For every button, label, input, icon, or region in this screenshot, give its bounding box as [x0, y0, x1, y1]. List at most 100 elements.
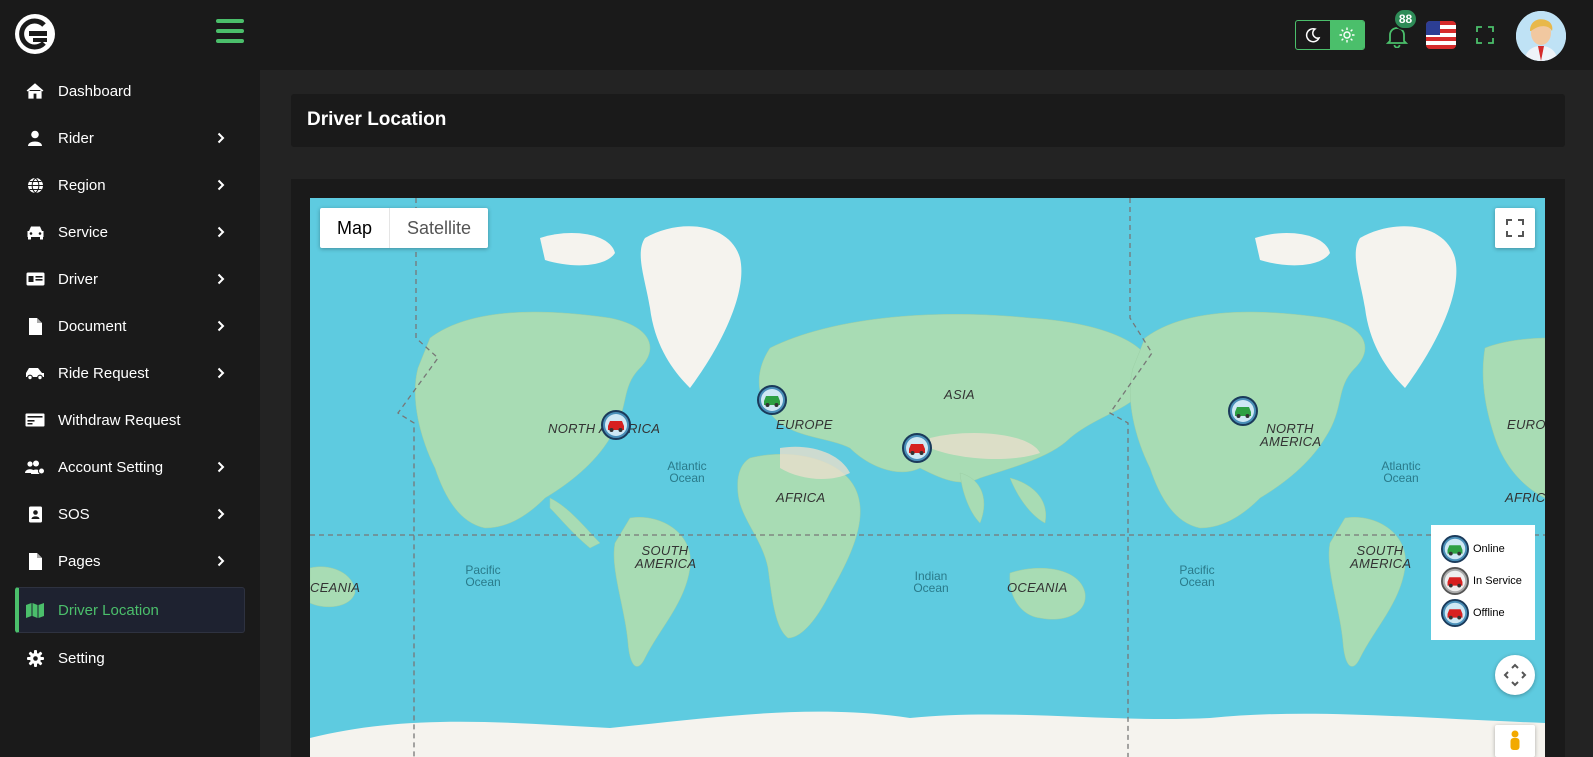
fullscreen-icon[interactable] — [1476, 26, 1494, 44]
sidebar-item-document[interactable]: Document — [15, 303, 245, 349]
sidebar-item-label: Driver Location — [58, 601, 159, 619]
main-content: Driver Location NORTH EUROPE ASIA AFRICA… — [260, 70, 1593, 757]
sidebar-item-label: Ride Request — [58, 364, 149, 382]
map-label-atlantic-ocean: Atlantic Ocean — [667, 459, 707, 485]
globe-icon — [25, 176, 45, 194]
sidebar-item-ride-request[interactable]: Ride Request — [15, 350, 245, 396]
sidebar-item-rider[interactable]: Rider — [15, 115, 245, 161]
map-label-africa-partial: AFRIC — [1505, 490, 1545, 505]
sidebar-item-withdraw-request[interactable]: Withdraw Request — [15, 397, 245, 443]
driver-map[interactable]: NORTH AMERICA EUROPE ASIA AFRICA SOUTH A… — [310, 198, 1545, 757]
home-icon — [25, 82, 45, 100]
sidebar-item-label: Dashboard — [58, 82, 132, 100]
avatar[interactable] — [1516, 11, 1566, 61]
chevron-right-icon — [217, 366, 225, 383]
sidebar-item-account-setting[interactable]: Account Setting — [15, 444, 245, 490]
map-label-indian-ocean: Indian Ocean — [913, 569, 949, 595]
in-service-car-icon — [1441, 567, 1469, 595]
map-label-pacific-ocean-2: Pacific Ocean — [1179, 563, 1215, 589]
file-icon — [25, 552, 45, 570]
sidebar-item-driver[interactable]: Driver — [15, 256, 245, 302]
sidebar-item-label: Region — [58, 176, 106, 194]
address-book-icon — [25, 505, 45, 523]
sidebar-item-label: Rider — [58, 129, 94, 147]
theme-toggle[interactable] — [1295, 20, 1365, 50]
map-label-south-america: SOUTH AMERICA — [635, 543, 697, 571]
fullscreen-icon — [1506, 219, 1524, 237]
map-label-oceania: OCEANIA — [1007, 580, 1068, 595]
map-label-pacific-ocean: Pacific Ocean — [465, 563, 501, 589]
map-label-europe: EUROPE — [776, 417, 833, 432]
file-icon — [25, 317, 45, 335]
chevron-right-icon — [217, 272, 225, 289]
chevron-right-icon — [217, 225, 225, 242]
sidebar-item-label: Service — [58, 223, 109, 241]
notification-badge: 88 — [1393, 8, 1418, 30]
chevron-right-icon — [217, 460, 225, 477]
pan-arrows-icon — [1503, 663, 1527, 687]
chevron-right-icon — [217, 131, 225, 148]
sidebar-item-label: Document — [58, 317, 127, 335]
page-header: Driver Location — [291, 94, 1565, 147]
map-land — [310, 198, 1545, 757]
sidebar-item-driver-location[interactable]: Driver Location — [15, 587, 245, 633]
sidebar-item-label: SOS — [58, 505, 90, 523]
sidebar-item-pages[interactable]: Pages — [15, 538, 245, 584]
sidebar-item-dashboard[interactable]: Dashboard — [15, 68, 245, 114]
sidebar-item-region[interactable]: Region — [15, 162, 245, 208]
street-view-pegman[interactable] — [1495, 725, 1535, 757]
online-car-icon — [1441, 535, 1469, 563]
map-label-atlantic-ocean-2: Atlantic Ocean — [1381, 459, 1421, 485]
legend-in-service: In Service — [1441, 565, 1535, 597]
gear-icon — [25, 649, 45, 667]
sidebar-item-sos[interactable]: SOS — [15, 491, 245, 537]
driver-marker-offline[interactable] — [902, 433, 932, 463]
map-fullscreen-button[interactable] — [1495, 208, 1535, 248]
map-label-asia: ASIA — [944, 387, 975, 402]
sidebar-item-label: Setting — [58, 649, 105, 667]
sidebar-item-service[interactable]: Service — [15, 209, 245, 255]
map-card: NORTH AMERICA EUROPE ASIA AFRICA SOUTH A… — [291, 179, 1565, 757]
legend-label: In Service — [1473, 575, 1522, 587]
sidebar-item-label: Account Setting — [58, 458, 164, 476]
legend-offline: Offline — [1441, 597, 1535, 629]
car-icon — [25, 223, 45, 241]
top-bar: 88 — [0, 0, 1593, 70]
map-icon — [25, 601, 45, 619]
map-type-satellite-button[interactable]: Satellite — [390, 208, 488, 248]
sidebar-item-label: Pages — [58, 552, 101, 570]
chevron-right-icon — [217, 554, 225, 571]
id-card-icon — [25, 270, 45, 288]
legend-label: Offline — [1473, 607, 1505, 619]
chevron-right-icon — [217, 507, 225, 524]
map-label-north-america-2: NORTH AMERICA — [1260, 421, 1322, 449]
car-side-icon — [25, 364, 45, 382]
map-type-map-button[interactable]: Map — [320, 208, 391, 248]
moon-icon[interactable] — [1296, 21, 1330, 49]
sidebar-item-setting[interactable]: Setting — [15, 635, 245, 681]
logo-icon[interactable] — [15, 14, 55, 54]
sidebar-item-label: Driver — [58, 270, 98, 288]
map-label-oceania-partial: CEANIA — [310, 580, 361, 595]
legend-label: Online — [1473, 543, 1505, 555]
pegman-icon — [1510, 730, 1520, 750]
page-title: Driver Location — [307, 109, 447, 130]
money-check-icon — [25, 411, 45, 429]
us-flag-icon[interactable] — [1426, 21, 1456, 49]
chevron-right-icon — [217, 319, 225, 336]
map-camera-control[interactable] — [1495, 655, 1535, 695]
map-legend: Online In Service Offline — [1431, 525, 1535, 640]
map-type-control: Map Satellite — [320, 208, 489, 248]
sun-icon[interactable] — [1330, 21, 1364, 49]
menu-icon[interactable] — [216, 19, 244, 49]
driver-marker-in-service[interactable] — [601, 410, 631, 440]
users-cog-icon — [25, 458, 45, 476]
map-label-south-america-2: SOUTH AMERICA — [1350, 543, 1412, 571]
sidebar-item-label: Withdraw Request — [58, 411, 181, 429]
sidebar: Dashboard Rider Region Service Driver Do… — [0, 70, 260, 757]
driver-marker-online[interactable] — [757, 385, 787, 415]
map-label-africa: AFRICA — [776, 490, 826, 505]
chevron-right-icon — [217, 178, 225, 195]
driver-marker-online[interactable] — [1228, 396, 1258, 426]
legend-online: Online — [1441, 533, 1535, 565]
